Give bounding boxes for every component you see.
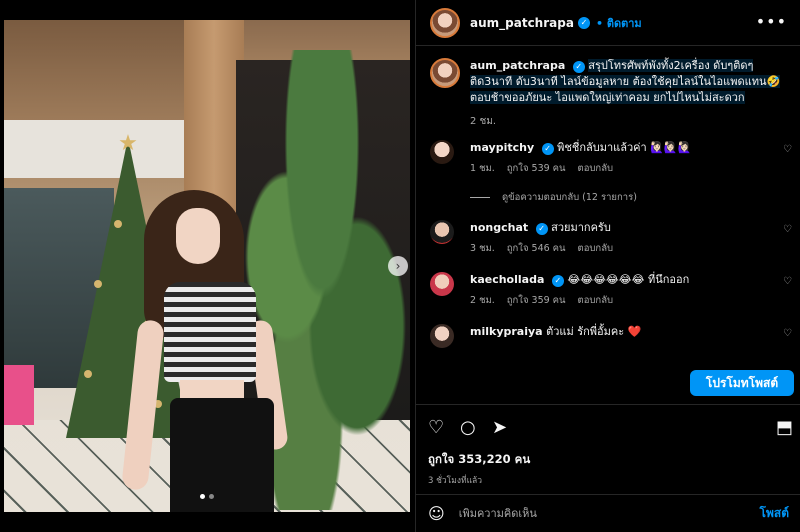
reply-button[interactable]: ตอบกลับ bbox=[578, 295, 614, 306]
heart-icon[interactable]: ♡ bbox=[783, 224, 792, 235]
comment-item: maypitchy ✓ พิชชี่กลับมาแล้วค่า 🙋🏻‍♀️🙋🏻‍… bbox=[430, 140, 800, 176]
tree-star-icon: ★ bbox=[118, 131, 138, 156]
caption-avatar[interactable] bbox=[430, 58, 460, 88]
author-username[interactable]: aum_patchrapa bbox=[470, 16, 574, 30]
like-heart-icon[interactable]: ♡ bbox=[428, 417, 444, 438]
comment-bar: ☺ โพสต์ bbox=[416, 494, 800, 532]
post-header: aum_patchrapa ✓ • ติดตาม ••• bbox=[416, 0, 800, 46]
comment-text: พิชชี่กลับมาแล้วค่า 🙋🏻‍♀️🙋🏻‍♀️🙋🏻‍♀️ bbox=[557, 141, 692, 154]
comment-time: 1 ชม. bbox=[470, 163, 495, 174]
post-comment-button[interactable]: โพสต์ bbox=[760, 504, 789, 523]
heart-icon[interactable]: ♡ bbox=[783, 276, 792, 287]
ornament bbox=[114, 220, 122, 228]
emoji-icon[interactable]: ☺ bbox=[428, 504, 445, 523]
carousel-dot bbox=[209, 494, 214, 499]
comment-avatar[interactable] bbox=[430, 272, 454, 296]
comment-item: milkypraiya ตัวแม่ รักพี่อั้มคะ ❤️ ♡ bbox=[430, 324, 800, 348]
person-face bbox=[176, 208, 220, 264]
comment-username[interactable]: milkypraiya bbox=[470, 325, 543, 338]
replies-divider bbox=[470, 197, 490, 198]
view-replies[interactable]: ดูข้อความตอบกลับ (12 รายการ) bbox=[470, 190, 637, 205]
chevron-right-icon: › bbox=[395, 259, 401, 273]
person-striped-top bbox=[164, 282, 256, 382]
comment-text: 😂😂😂😂😂😂 ที่นึกออก bbox=[567, 273, 690, 286]
post-photo[interactable]: ★ bbox=[4, 20, 410, 512]
person-pants bbox=[170, 398, 274, 512]
verified-icon: ✓ bbox=[577, 16, 590, 29]
carousel-next-button[interactable]: › bbox=[388, 256, 408, 276]
comment-likes[interactable]: ถูกใจ 546 คน bbox=[507, 243, 566, 254]
bookmark-icon[interactable]: ⬒ bbox=[776, 417, 793, 438]
comment-avatar[interactable] bbox=[430, 220, 454, 244]
carousel-dots bbox=[200, 494, 214, 499]
follow-button[interactable]: • ติดตาม bbox=[596, 14, 642, 32]
view-replies-label: ดูข้อความตอบกลับ (12 รายการ) bbox=[502, 192, 637, 203]
comment-item: kaechollada ✓ 😂😂😂😂😂😂 ที่นึกออก 2 ชม. ถูกใ… bbox=[430, 272, 800, 308]
comment-avatar[interactable] bbox=[430, 140, 454, 164]
comment-username[interactable]: maypitchy bbox=[470, 141, 534, 154]
comment-time: 2 ชม. bbox=[470, 295, 495, 306]
reply-button[interactable]: ตอบกลับ bbox=[578, 243, 614, 254]
author-avatar[interactable] bbox=[430, 7, 460, 38]
verified-icon: ✓ bbox=[535, 223, 548, 235]
post-media-panel: ★ › bbox=[0, 0, 414, 532]
heart-icon[interactable]: ♡ bbox=[783, 144, 792, 155]
comment-avatar[interactable] bbox=[430, 324, 454, 348]
reply-button[interactable]: ตอบกลับ bbox=[578, 163, 614, 174]
comment-username[interactable]: kaechollada bbox=[470, 273, 544, 286]
verified-icon: ✓ bbox=[572, 61, 585, 73]
comment-input[interactable] bbox=[458, 507, 760, 520]
more-options-icon[interactable]: ••• bbox=[756, 12, 787, 31]
comment-username[interactable]: nongchat bbox=[470, 221, 528, 234]
comment-likes[interactable]: ถูกใจ 359 คน bbox=[507, 295, 566, 306]
likes-count[interactable]: ถูกใจ 353,220 คน bbox=[428, 451, 530, 469]
caption-time: 2 ชม. bbox=[470, 116, 497, 127]
comment-text: ตัวแม่ รักพี่อั้มคะ ❤️ bbox=[546, 325, 642, 338]
post-side-panel: aum_patchrapa ✓ • ติดตาม ••• aum_patchra… bbox=[415, 0, 800, 532]
comment-likes[interactable]: ถูกใจ 539 คน bbox=[507, 163, 566, 174]
follow-label: ติดตาม bbox=[606, 16, 642, 30]
photo-pink-cushion bbox=[4, 365, 34, 425]
comment-time: 3 ชม. bbox=[470, 243, 495, 254]
share-icon[interactable]: ➤ bbox=[492, 417, 507, 438]
comment-item: nongchat ✓ สวยมากครับ 3 ชม. ถูกใจ 546 คน ต… bbox=[430, 220, 800, 256]
carousel-dot-active bbox=[200, 494, 205, 499]
promote-post-button[interactable]: โปรโมทโพสต์ bbox=[690, 370, 794, 396]
ornament bbox=[94, 280, 102, 288]
ornament bbox=[84, 370, 92, 378]
comment-icon[interactable]: ○ bbox=[460, 417, 476, 438]
post-caption: aum_patchrapa ✓ สรุปโทรศัพท์พังทั้ง2เครื… bbox=[430, 58, 790, 130]
verified-icon: ✓ bbox=[551, 275, 564, 287]
verified-icon: ✓ bbox=[541, 143, 554, 155]
comment-text: สวยมากครับ bbox=[551, 221, 611, 234]
heart-icon[interactable]: ♡ bbox=[783, 328, 792, 339]
post-timestamp: 3 ชั่วโมงที่แล้ว bbox=[428, 476, 483, 486]
caption-username[interactable]: aum_patchrapa bbox=[470, 59, 565, 72]
